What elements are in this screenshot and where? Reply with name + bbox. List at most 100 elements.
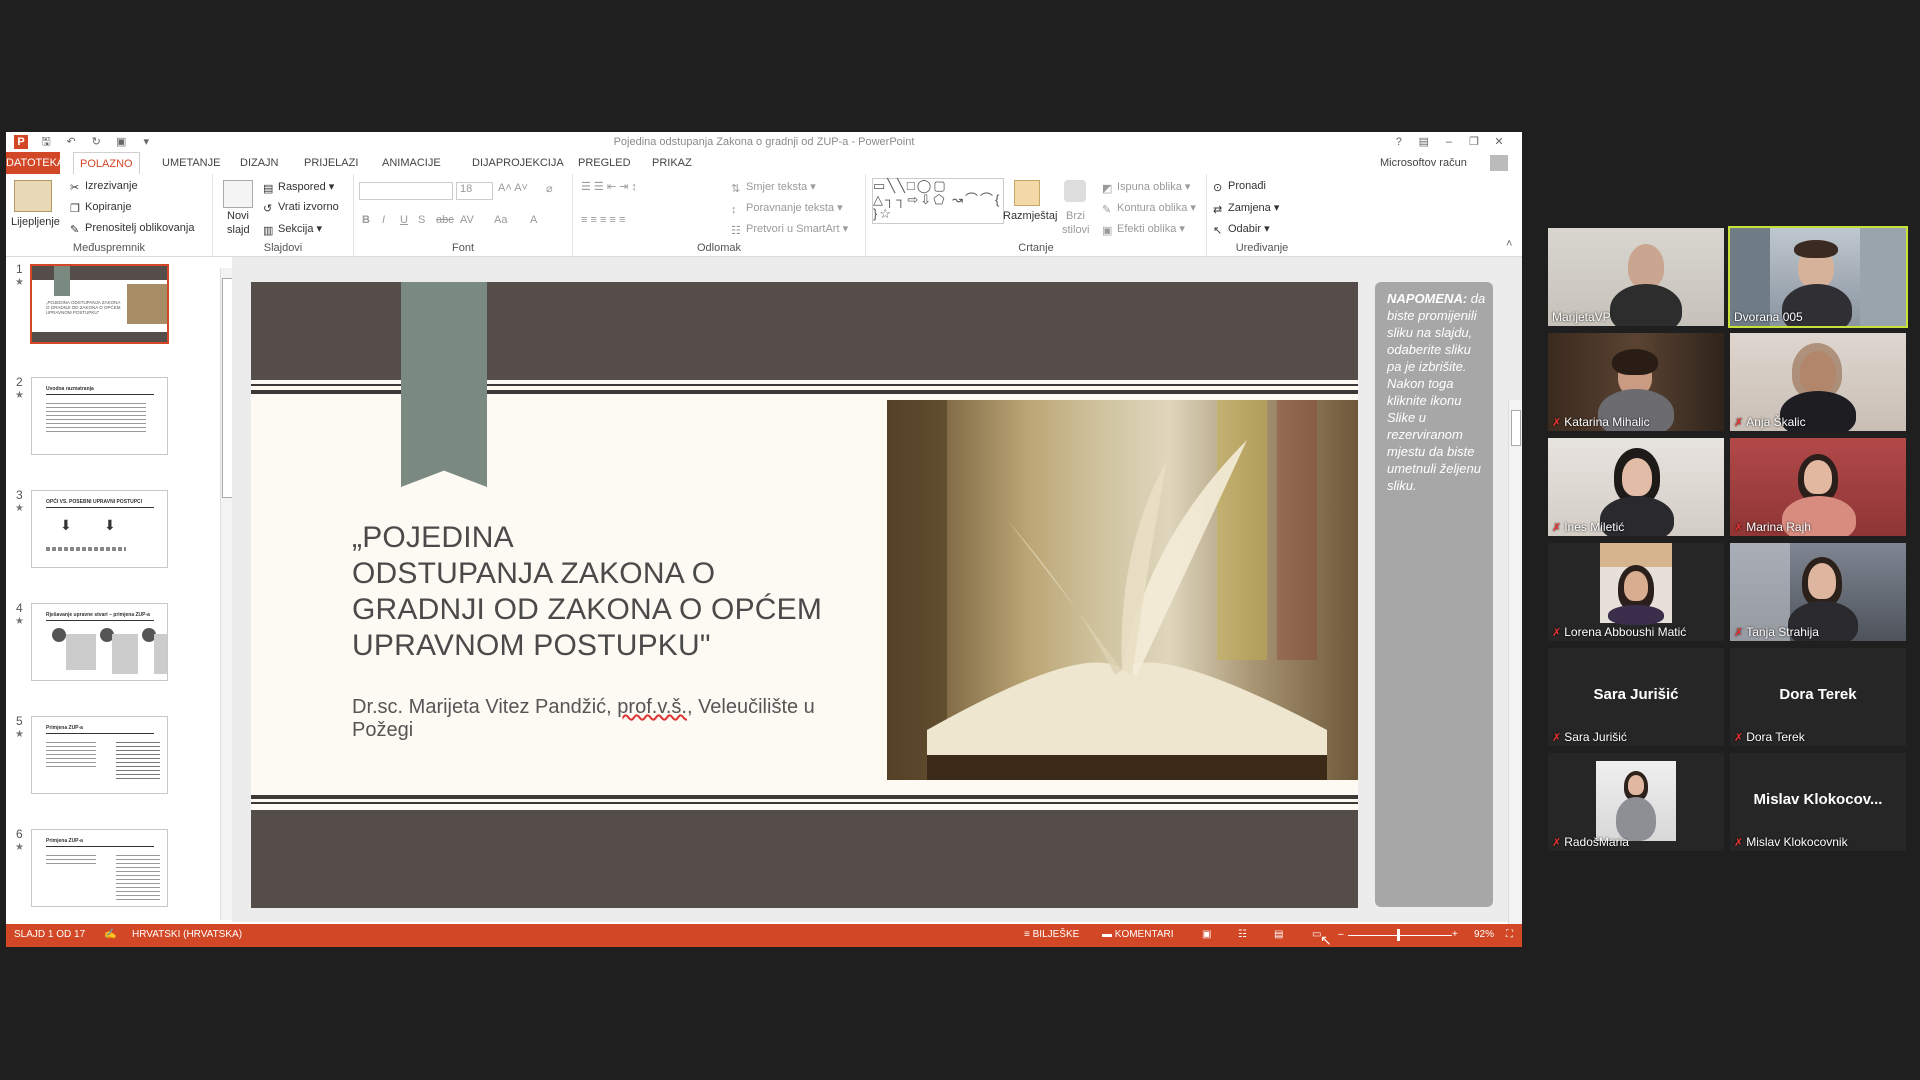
tab-insert[interactable]: UMETANJE — [156, 152, 226, 174]
participant-gallery: MarijetaVP Dvorana 005 ✗ Katarina Mihalic… — [1548, 226, 1914, 856]
slide-sorter-icon[interactable]: ☷ — [1238, 929, 1247, 940]
editor-scrollbar[interactable] — [1508, 400, 1522, 947]
cut-button[interactable]: ✂ Izrezivanje — [70, 180, 138, 194]
placeholder-note[interactable]: NAPOMENA: da biste promijenili sliku na … — [1375, 282, 1493, 907]
zoom-in-icon[interactable]: + — [1452, 929, 1458, 940]
participant-tile[interactable]: ✗ Katarina Mihalic — [1548, 333, 1724, 431]
shape-outline-button[interactable]: ✎ Kontura oblika ▾ — [1102, 201, 1196, 216]
thumb-title: Rješavanje upravne stvari – primjena ZUP… — [46, 612, 150, 618]
account-avatar[interactable] — [1490, 155, 1508, 171]
participant-tile[interactable]: Dora Terek ✗ Dora Terek — [1730, 648, 1906, 746]
current-slide[interactable]: „POJEDINA ODSTUPANJA ZAKONA O GRADNJI OD… — [251, 282, 1358, 908]
collapse-ribbon-icon[interactable]: ˄ — [1506, 238, 1512, 250]
find-button[interactable]: ⊙ Pronađi — [1213, 180, 1266, 194]
minimize-icon[interactable]: – — [1442, 135, 1456, 149]
participant-tile[interactable]: ✗ Ines Miletić — [1548, 438, 1724, 536]
close-icon[interactable]: ✕ — [1492, 135, 1506, 149]
select-button[interactable]: ↖ Odabir ▾ — [1213, 222, 1270, 237]
arrange-icon[interactable] — [1014, 180, 1040, 206]
zoom-level[interactable]: 92% — [1474, 929, 1494, 940]
participant-tile[interactable]: ✗ Marina Rajh — [1730, 438, 1906, 536]
slide-title[interactable]: „POJEDINA ODSTUPANJA ZAKONA O GRADNJI OD… — [352, 520, 872, 664]
slide-thumbnail-3[interactable]: OPĆI VS. POSEBNI UPRAVNI POSTUPCI ⬇ ⬇ — [31, 490, 168, 568]
participant-tile[interactable]: ✗ Lorena Abboushi Matić — [1548, 543, 1724, 641]
participant-tile[interactable]: Mislav Klokocov... ✗ Mislav Klokocovnik — [1730, 753, 1906, 851]
arrange-button[interactable]: Razmještaj — [1003, 210, 1057, 222]
new-slide-button-line2[interactable]: slajd — [227, 224, 250, 236]
paste-button[interactable]: Lijepljenje — [11, 216, 60, 228]
tab-review[interactable]: PREGLED — [572, 152, 637, 174]
bullets-icon[interactable]: ☰ ☰ ⇤ ⇥ ↕ — [581, 180, 637, 193]
slide-thumbnail-4[interactable]: Rješavanje upravne stvari – primjena ZUP… — [31, 603, 168, 681]
bold-button[interactable]: B — [362, 214, 370, 226]
clear-format-icon[interactable]: ⌀ — [546, 182, 553, 195]
replace-button[interactable]: ⇄ Zamjena ▾ — [1213, 201, 1279, 216]
participant-tile-active-speaker[interactable]: Dvorana 005 — [1728, 226, 1908, 328]
font-color-button[interactable]: A — [530, 214, 537, 226]
change-case-button[interactable]: Aa — [494, 214, 507, 226]
notes-button[interactable]: ≡ BILJEŠKE — [1024, 929, 1079, 940]
text-direction-button[interactable]: ⇅ Smjer teksta ▾ — [731, 180, 816, 195]
tab-file[interactable]: DATOTEKA — [6, 152, 64, 174]
slide-subtitle[interactable]: Dr.sc. Marijeta Vitez Pandžić, prof.v.š.… — [352, 696, 872, 742]
tab-transitions[interactable]: PRIJELAZI — [298, 152, 364, 174]
zoom-slider-thumb[interactable] — [1397, 929, 1400, 941]
animation-star-icon: ★ — [15, 616, 24, 627]
zoom-out-icon[interactable]: – — [1338, 929, 1344, 940]
font-family-field[interactable] — [359, 182, 453, 200]
char-spacing-button[interactable]: AV — [460, 214, 474, 226]
reset-button[interactable]: ↺ Vrati izvorno — [263, 201, 339, 215]
strikethrough-button[interactable]: abc — [436, 214, 454, 226]
shapes-gallery[interactable]: ▭╲╲□◯▢ △┐┐⇨⇩⬠ ↝⌒⌒{ }☆ — [872, 178, 1004, 224]
slide-counter[interactable]: SLAJD 1 OD 17 — [14, 929, 85, 940]
slide-thumbnail-1[interactable]: „POJEDINA ODSTUPANJA ZAKONA O GRADNJI OD… — [30, 264, 169, 344]
align-text-button[interactable]: ↕ Poravnanje teksta ▾ — [731, 201, 843, 216]
shadow-button[interactable]: S — [418, 214, 425, 226]
shape-fill-button[interactable]: ◩ Ispuna oblika ▾ — [1102, 180, 1190, 195]
italic-button[interactable]: I — [382, 214, 385, 226]
ribbon-display-icon[interactable]: ▤ — [1417, 135, 1431, 149]
help-icon[interactable]: ? — [1392, 135, 1406, 149]
participant-tile[interactable]: MarijetaVP — [1548, 228, 1724, 326]
quick-styles-line2[interactable]: stilovi — [1062, 224, 1090, 236]
comments-button[interactable]: ▬ KOMENTARI — [1102, 929, 1174, 940]
new-slide-icon[interactable] — [223, 180, 253, 208]
editor-scrollbar-thumb[interactable] — [1511, 410, 1521, 446]
participant-tile[interactable]: Sara Jurišić ✗ Sara Jurišić — [1548, 648, 1724, 746]
smartart-button[interactable]: ☷ Pretvori u SmartArt ▾ — [731, 222, 848, 237]
shape-effects-button[interactable]: ▣ Efekti oblika ▾ — [1102, 222, 1185, 237]
book-photo[interactable] — [887, 400, 1358, 780]
align-icons[interactable]: ≡ ≡ ≡ ≡ ≡ — [581, 214, 625, 226]
quick-styles-icon[interactable] — [1064, 180, 1086, 202]
account-menu[interactable]: Microsoftov račun — [1374, 152, 1473, 174]
new-slide-button-line1[interactable]: Novi — [227, 210, 249, 222]
participant-name-text: Dora Terek — [1746, 730, 1805, 744]
layout-button[interactable]: ▤ Raspored ▾ — [263, 180, 334, 195]
language-indicator[interactable]: HRVATSKI (HRVATSKA) — [132, 929, 242, 940]
tab-animations[interactable]: ANIMACIJE — [376, 152, 447, 174]
fit-slide-icon[interactable]: ⛶ — [1506, 929, 1513, 940]
format-painter-button[interactable]: ✎ Prenositelj oblikovanja — [70, 222, 194, 236]
slide-thumbnail-2[interactable]: Uvodna razmatranja — [31, 377, 168, 455]
paste-icon[interactable] — [14, 180, 52, 212]
participant-tile[interactable]: ✗ RadošMaria — [1548, 753, 1724, 851]
grow-font-icon[interactable]: A˄ A˅ — [498, 182, 528, 194]
tab-slideshow[interactable]: DIJAPROJEKCIJA — [466, 152, 570, 174]
tab-home[interactable]: POLAZNO — [73, 152, 140, 176]
reading-view-icon[interactable]: ▤ — [1274, 929, 1283, 940]
restore-icon[interactable]: ❐ — [1467, 135, 1481, 149]
tab-design[interactable]: DIZAJN — [234, 152, 285, 174]
tab-view[interactable]: PRIKAZ — [646, 152, 698, 174]
normal-view-icon[interactable]: ▣ — [1202, 929, 1211, 940]
quick-styles-line1[interactable]: Brzi — [1066, 210, 1085, 222]
spellcheck-icon[interactable]: ✍ — [104, 929, 116, 940]
slide-thumbnail-6[interactable]: Primjena ZUP-a — [31, 829, 168, 907]
participant-tile[interactable]: ✗ Anja Škalic — [1730, 333, 1906, 431]
participant-tile[interactable]: ✗ Tanja Strahija — [1730, 543, 1906, 641]
font-size-field[interactable]: 18 — [456, 182, 493, 200]
section-button[interactable]: ▥ Sekcija ▾ — [263, 222, 322, 237]
copy-button[interactable]: ❐ Kopiranje — [70, 201, 131, 215]
underline-button[interactable]: U — [400, 214, 408, 226]
slide-thumbnail-5[interactable]: Primjena ZUP-a — [31, 716, 168, 794]
zoom-slider[interactable] — [1348, 935, 1452, 936]
